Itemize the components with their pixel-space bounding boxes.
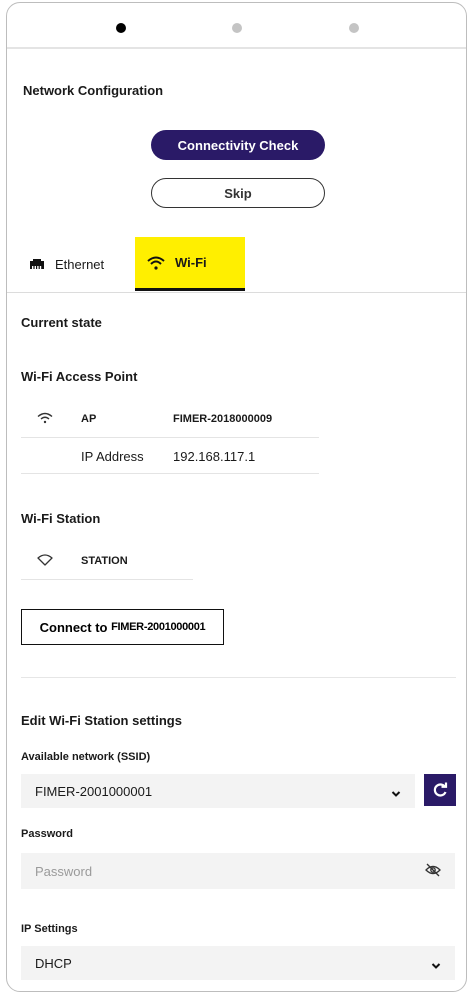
ssid-select-value: FIMER-2001000001 — [35, 784, 153, 799]
wifi-icon — [147, 256, 165, 270]
refresh-networks-button[interactable] — [424, 774, 456, 806]
ssid-label: Available network (SSID) — [21, 751, 151, 763]
station-heading: Wi-Fi Station — [21, 511, 101, 526]
step-indicator-2 — [232, 23, 242, 33]
tab-ethernet[interactable]: Ethernet — [29, 237, 134, 291]
app-frame: Network Configuration Connectivity Check… — [6, 2, 467, 992]
tab-wifi[interactable]: Wi-Fi — [135, 237, 245, 291]
station-row: STATION — [21, 544, 193, 580]
step-indicator-1 — [116, 23, 126, 33]
ap-value: FIMER-2018000009 — [173, 413, 273, 425]
edit-station-heading: Edit Wi-Fi Station settings — [21, 713, 182, 728]
ip-settings-select[interactable]: DHCP — [21, 946, 455, 980]
eye-off-icon[interactable] — [425, 863, 441, 882]
access-point-heading: Wi-Fi Access Point — [21, 369, 138, 384]
connect-button[interactable]: Connect to FIMER-2001000001 — [21, 609, 224, 645]
wifi-outline-icon — [37, 554, 53, 569]
ethernet-icon — [29, 258, 45, 270]
station-label: STATION — [81, 555, 128, 567]
page-title: Network Configuration — [23, 83, 164, 98]
ip-address-label: IP Address — [81, 449, 144, 464]
wifi-icon — [37, 412, 53, 427]
ip-settings-label: IP Settings — [21, 923, 78, 935]
current-state-heading: Current state — [21, 315, 102, 330]
skip-button[interactable]: Skip — [151, 178, 325, 208]
ip-address-row: IP Address 192.168.117.1 — [21, 438, 319, 474]
password-field[interactable] — [21, 853, 401, 889]
chevron-down-icon — [431, 958, 441, 973]
connection-tabs: Ethernet Wi-Fi — [7, 237, 466, 293]
ap-label: AP — [81, 413, 97, 425]
ip-settings-value: DHCP — [35, 956, 72, 971]
chevron-down-icon — [391, 786, 401, 801]
password-label: Password — [21, 828, 73, 840]
connectivity-check-button[interactable]: Connectivity Check — [151, 130, 325, 160]
refresh-icon — [432, 782, 448, 798]
connect-ssid: FIMER-2001000001 — [111, 621, 206, 633]
section-divider — [21, 677, 456, 678]
ap-row: AP FIMER-2018000009 — [21, 402, 319, 438]
connect-prefix: Connect to — [39, 619, 112, 635]
tab-ethernet-label: Ethernet — [55, 256, 105, 272]
tab-wifi-label: Wi-Fi — [175, 255, 207, 270]
step-indicator-3 — [349, 23, 359, 33]
ip-address-value: 192.168.117.1 — [173, 449, 256, 464]
ssid-select[interactable]: FIMER-2001000001 — [21, 774, 415, 808]
stepper — [7, 3, 466, 49]
password-field-wrapper — [21, 853, 455, 889]
